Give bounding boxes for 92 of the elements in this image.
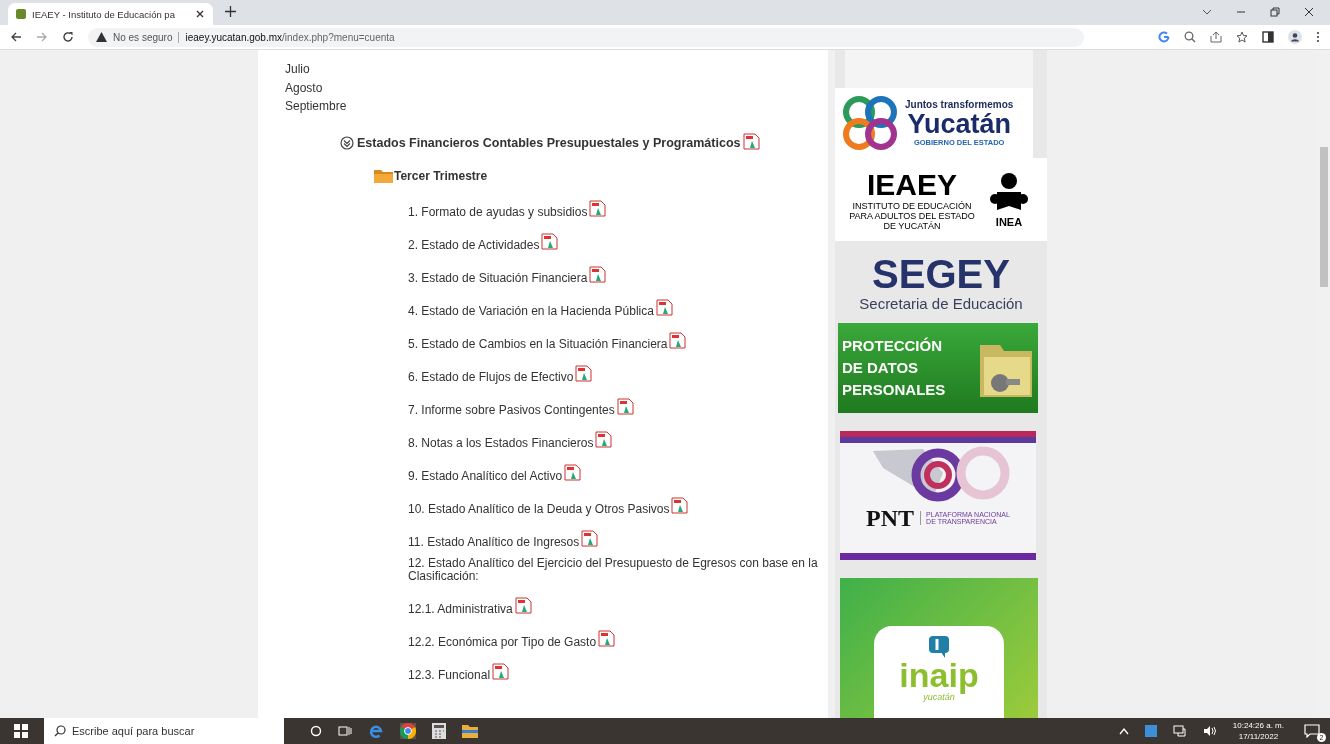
folder-icon (374, 168, 393, 183)
document-link[interactable]: 2. Estado de Actividades (408, 238, 540, 252)
banner-title: inaip (899, 658, 979, 692)
document-link[interactable]: 12.1. Administrativa (408, 602, 513, 616)
month-link[interactable]: Septiembre (285, 97, 828, 116)
task-view-icon[interactable] (338, 725, 352, 737)
security-label: No es seguro (113, 31, 173, 43)
tab-title: IEAEY - Instituto de Educación pa (32, 8, 176, 20)
pdf-file-icon[interactable] (589, 199, 607, 217)
banner-text: Juntos transformemos (905, 98, 1014, 110)
document-link[interactable]: 6. Estado de Flujos de Efectivo (408, 370, 574, 384)
star-icon[interactable] (1236, 31, 1248, 43)
document-link[interactable]: 9. Estado Analítico del Activo (408, 469, 563, 483)
pdf-file-icon[interactable] (655, 298, 673, 316)
banner-text: INEA (995, 215, 1023, 228)
pdf-file-icon[interactable] (575, 364, 593, 382)
notification-icon[interactable] (1304, 724, 1320, 738)
browser-tab[interactable]: IEAEY - Instituto de Educación pa (8, 3, 213, 25)
education-banner[interactable]: SEGEY Secretaria de Educación (835, 241, 1047, 324)
network-icon[interactable] (1172, 725, 1187, 737)
close-icon[interactable] (195, 9, 205, 19)
pdf-file-icon[interactable] (581, 529, 599, 547)
clock-date[interactable]: 17/11/2022 (1238, 731, 1279, 742)
edge-browser-icon[interactable] (368, 723, 384, 739)
document-link[interactable]: 10. Estado Analítico de la Deuda y Otros Pasivos (408, 502, 670, 516)
month-link[interactable]: Agosto (285, 78, 828, 97)
close-icon[interactable] (1304, 7, 1314, 17)
windows-start-icon[interactable] (14, 724, 28, 738)
pdf-file-icon[interactable] (589, 265, 607, 283)
document-link[interactable]: 12.3. Funcional (408, 668, 491, 682)
warning-icon (96, 32, 107, 42)
institute-banner[interactable]: IEAEY INSTITUTO DE EDUCACIÓN PARA ADULTOS DEL ESTADO DE YUCATÁN INEA (835, 157, 1047, 242)
collapse-icon[interactable] (340, 135, 354, 150)
profile-icon[interactable] (1288, 30, 1302, 44)
chrome-browser-icon[interactable] (400, 723, 416, 739)
document-link[interactable]: 12.2. Económica por Tipo de Gasto (408, 635, 597, 649)
knot-logo-icon (841, 93, 899, 152)
subsection-heading[interactable]: Tercer Trimestre (394, 168, 488, 183)
section-heading[interactable]: Estados Financieros Contables Presupuestales y Programáticos (357, 135, 741, 150)
caret-up-icon[interactable] (1118, 727, 1129, 735)
cortana-icon[interactable] (310, 725, 322, 737)
banner-text: Secretaria de Educación (859, 294, 1023, 312)
pdf-file-icon[interactable] (598, 629, 616, 647)
document-link[interactable]: 11. Estado Analítico de Ingresos (408, 535, 580, 549)
document-link[interactable]: 7. Informe sobre Pasivos Contingentes (408, 403, 615, 417)
pdf-file-icon[interactable] (514, 596, 532, 614)
banner-title: PNT (866, 504, 915, 532)
chevron-down-icon[interactable] (1202, 7, 1212, 17)
pdf-file-icon[interactable] (743, 133, 761, 150)
speech-bubble-icon (929, 636, 949, 658)
banner-title: Yucatán (907, 109, 1011, 138)
document-link[interactable]: 3. Estado de Situación Financiera (408, 271, 588, 285)
menu-icon[interactable] (1316, 31, 1320, 43)
restore-icon[interactable] (1270, 7, 1280, 17)
zoom-icon[interactable] (1184, 31, 1196, 43)
document-link[interactable]: 5. Estado de Cambios en la Situación Financiera (408, 337, 668, 351)
url-text: ieaey.yucatan.gob.mx/index.php?menu=cuenta (185, 31, 395, 43)
reload-icon[interactable] (62, 31, 74, 43)
banner-text: DE DATOS (842, 358, 920, 378)
document-link[interactable]: 8. Notas a los Estados Financieros (408, 436, 594, 450)
site-favicon-icon (16, 9, 26, 19)
folder-icon[interactable] (462, 724, 478, 738)
new-tab-icon[interactable] (225, 6, 236, 17)
pdf-file-icon[interactable] (671, 496, 689, 514)
banner-text: yucatán (923, 692, 955, 702)
banner-text: INSTITUTO DE EDUCACIÓN PARA ADULTOS DEL ESTADO DE YUCATÁN (848, 200, 976, 231)
taskbar-search-field[interactable]: Escribe aquí para buscar (44, 718, 284, 744)
document-link[interactable]: 1. Formato de ayudas y subsidios (408, 205, 588, 219)
banner-title: SEGEY (872, 252, 1010, 295)
pdf-file-icon[interactable] (492, 662, 510, 680)
pdf-file-icon[interactable] (595, 430, 613, 448)
address-field[interactable]: No es seguro ieaey.yucatan.gob.mx/index.php?menu=cuenta (88, 27, 1084, 47)
calculator-icon[interactable] (432, 723, 446, 739)
clock-time[interactable]: 10:24:26 a. m. (1232, 720, 1284, 731)
app-tray-icon[interactable] (1144, 725, 1157, 737)
banner-text: PROTECCIÓN (842, 336, 943, 356)
search-icon (54, 725, 66, 737)
pdf-file-icon[interactable] (541, 232, 559, 250)
side-panel-icon[interactable] (1262, 31, 1274, 43)
back-arrow-icon[interactable] (10, 31, 22, 43)
speaker-icon[interactable] (1202, 725, 1217, 737)
banner-text: PERSONALES (842, 380, 946, 400)
google-icon[interactable] (1158, 31, 1170, 43)
pdf-file-icon[interactable] (616, 397, 634, 415)
pdf-file-icon[interactable] (564, 463, 582, 481)
pdf-file-icon[interactable] (669, 331, 687, 349)
data-protection-banner[interactable]: PROTECCIÓN DE DATOS PERSONALES (838, 323, 1038, 413)
document-link[interactable]: 12. Estado Analítico del Ejercicio del Presupuesto de Egresos con base en la Clasificación: (408, 556, 828, 583)
share-icon[interactable] (1210, 31, 1222, 43)
month-link[interactable]: Julio (285, 60, 828, 79)
banner-title: IEAEY (867, 168, 957, 201)
document-link[interactable]: 4. Estado de Variación en la Hacienda Pública (408, 304, 654, 318)
